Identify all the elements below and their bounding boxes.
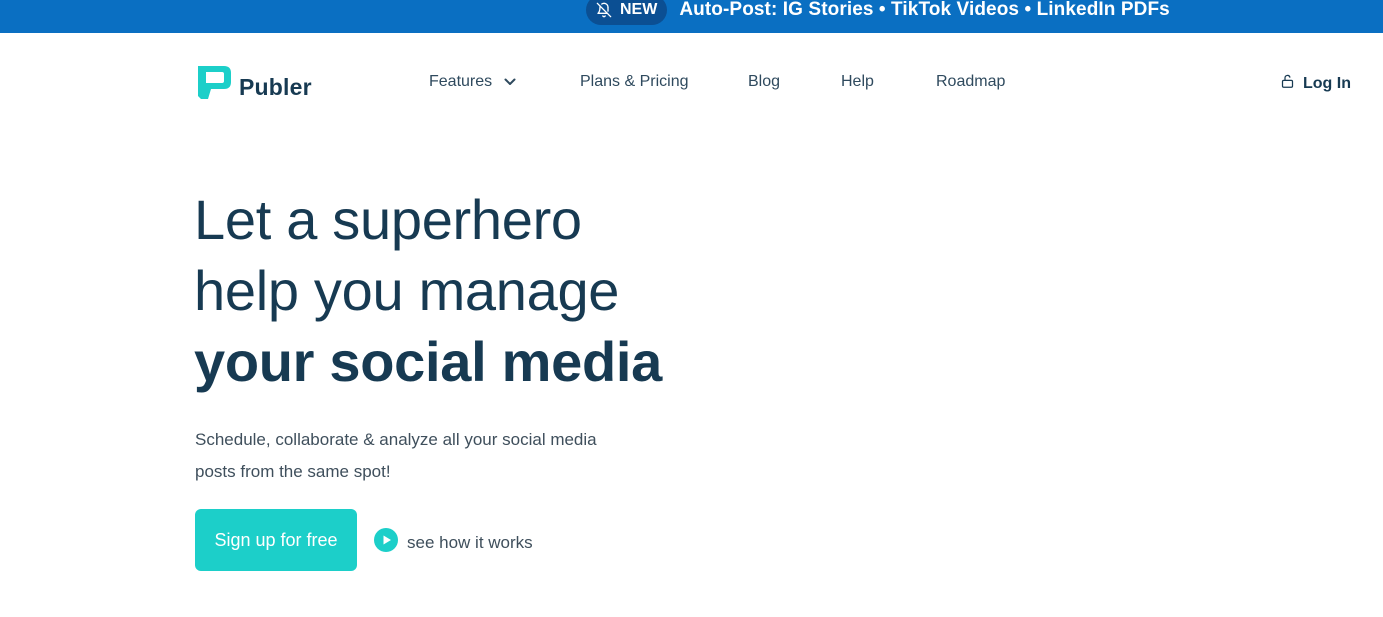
nav-features-label: Features [429,73,493,90]
nav-features[interactable]: Features [429,73,516,91]
logo-text: Publer [239,74,312,100]
bell-off-icon [596,2,612,18]
new-badge: NEW [586,0,668,25]
lock-icon [1280,73,1295,94]
hero-subtitle: Schedule, collaborate & analyze all your… [195,430,597,481]
announcement-content: NEW Auto-Post: IG Stories • TikTok Video… [586,0,1170,25]
hero-title: Let a superhero help you manage your soc… [194,184,714,397]
site-header: Publer Features Plans & Pricing Blog Hel… [0,33,1383,131]
login-label: Log In [1303,74,1351,92]
announcement-text[interactable]: Auto-Post: IG Stories • TikTok Videos • … [679,0,1170,21]
logo-link[interactable]: Publer [195,63,312,106]
nav-roadmap[interactable]: Roadmap [936,73,1005,91]
signup-button[interactable]: Sign up for free [195,509,357,571]
hero-title-line-2: help you manage [194,259,620,322]
see-how-it-works-label: see how it works [407,532,533,552]
nav-help[interactable]: Help [841,73,874,91]
play-icon [374,528,398,557]
login-link[interactable]: Log In [1280,73,1351,94]
hero-title-line-1: Let a superhero [194,188,582,251]
announcement-bar[interactable]: NEW Auto-Post: IG Stories • TikTok Video… [0,0,1383,33]
hero-title-line-3: your social media [194,330,662,393]
nav-blog[interactable]: Blog [748,73,780,91]
see-how-it-works-link[interactable]: see how it works [374,528,533,557]
chevron-down-icon [504,73,516,91]
new-badge-label: NEW [620,1,658,18]
publer-logo-icon [195,63,233,106]
nav-plans-pricing[interactable]: Plans & Pricing [580,73,689,91]
